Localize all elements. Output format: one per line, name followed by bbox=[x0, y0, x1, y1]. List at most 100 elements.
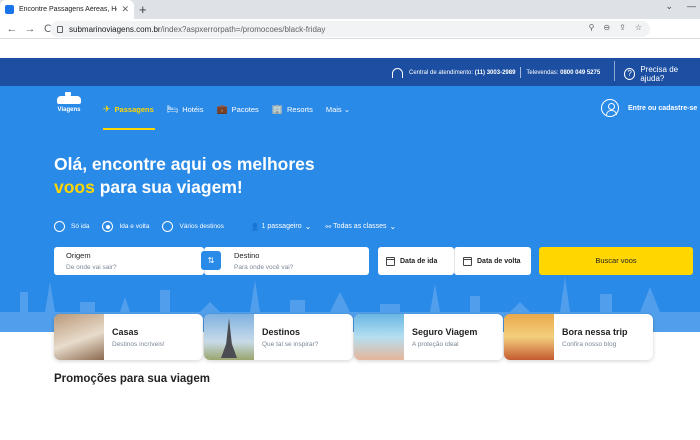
televendas-number[interactable]: 0800 049 5275 bbox=[560, 70, 600, 76]
nav-item-label: Passagens bbox=[114, 104, 154, 114]
origin-placeholder: De onde vai sair? bbox=[66, 264, 117, 271]
bed-icon: 🛏 bbox=[166, 103, 179, 114]
browser-tab[interactable]: Encontre Passagens Aéreas, Hoté ✕ bbox=[0, 0, 134, 19]
browser-tabbar: Encontre Passagens Aéreas, Hoté ✕ + ⌄ — bbox=[0, 0, 700, 19]
headline-line-2: voos para sua viagem! bbox=[54, 176, 315, 199]
headline-line-1: Olá, encontre aqui os melhores bbox=[54, 154, 315, 174]
lock-icon bbox=[57, 25, 63, 33]
card-title: Casas bbox=[112, 326, 139, 337]
radio-label: Só ida bbox=[71, 223, 90, 230]
origin-field[interactable]: Origem De onde vai sair? bbox=[54, 247, 204, 275]
eiffel-tower-image bbox=[204, 314, 254, 360]
active-tab-underline bbox=[103, 128, 155, 130]
card-subtitle: Confira nosso blog bbox=[562, 340, 617, 348]
seat-class-icon: ⚯ bbox=[325, 223, 334, 231]
url-path: /index?aspxerrorpath=/promocoes/black-fr… bbox=[160, 24, 326, 34]
url-host: submarinoviagens.com.br bbox=[69, 24, 161, 34]
contact-info: Central de atendimento: (11) 3003-2989 T… bbox=[392, 67, 600, 78]
destination-field[interactable]: Destino Para onde você vai? bbox=[204, 247, 369, 275]
radio-circle bbox=[54, 221, 65, 232]
chevron-down-icon: ⌄ bbox=[304, 222, 312, 231]
radio-circle bbox=[162, 221, 174, 232]
nav-item-label: Pacotes bbox=[231, 104, 259, 114]
site-favicon-icon bbox=[5, 5, 14, 14]
return-date-field[interactable]: Data de volta bbox=[454, 247, 531, 275]
card-bora-nessa-trip[interactable]: Bora nessa trip Confira nosso blog bbox=[504, 314, 653, 360]
airplane-icon: ✈ bbox=[103, 103, 111, 114]
account-link[interactable]: Entre ou cadastre-se bbox=[601, 99, 697, 117]
person-icon: 👤 bbox=[250, 223, 262, 231]
help-label: Precisa de ajuda? bbox=[640, 65, 679, 83]
card-title: Seguro Viagem bbox=[412, 326, 478, 337]
calendar-icon bbox=[463, 256, 472, 266]
submarine-icon bbox=[57, 92, 81, 104]
building-icon: 🏢 bbox=[271, 103, 283, 114]
submarino-viagens-logo[interactable]: Viagens bbox=[54, 92, 84, 122]
passengers-dropdown[interactable]: 👤 1 passageiro ⌄ bbox=[251, 222, 311, 231]
headline-rest: para sua viagem! bbox=[94, 177, 243, 197]
traveler-image bbox=[354, 314, 404, 360]
divider bbox=[614, 61, 615, 81]
card-casas[interactable]: Casas Destinos incríveis! bbox=[54, 314, 203, 360]
logo-text: Viagens bbox=[57, 107, 81, 113]
nav-item-label: Mais bbox=[325, 104, 342, 114]
radio-so-ida[interactable]: Só ida bbox=[54, 221, 89, 232]
minimize-icon[interactable]: — bbox=[687, 1, 696, 12]
card-subtitle: Destinos incríveis! bbox=[112, 340, 165, 348]
televendas-label: Televendas: bbox=[526, 69, 559, 76]
central-label: Central de atendimento: bbox=[409, 69, 474, 76]
nav-item-mais[interactable]: Mais ⌄ bbox=[326, 105, 350, 114]
radio-label: Ida e volta bbox=[119, 223, 150, 230]
tab-search-icon[interactable]: ⌄ bbox=[665, 1, 673, 12]
suitcase-icon: 💼 bbox=[216, 103, 228, 114]
support-bar: Central de atendimento: (11) 3003-2989 T… bbox=[0, 58, 700, 86]
destination-label: Destino bbox=[234, 251, 260, 260]
address-bar[interactable]: submarinoviagens.com.br/index?aspxerrorp… bbox=[50, 21, 650, 37]
departure-date-label: Data de ida bbox=[400, 257, 438, 265]
destination-placeholder: Para onde você vai? bbox=[234, 264, 294, 271]
nav-item-pacotes[interactable]: 💼 Pacotes bbox=[216, 104, 258, 115]
zoom-out-icon[interactable]: ⊖ bbox=[603, 23, 610, 32]
classes-dropdown[interactable]: ⚯ Todas as classes ⌄ bbox=[325, 222, 396, 231]
section-title: Promoções para sua viagem bbox=[54, 373, 210, 385]
divider bbox=[520, 67, 522, 78]
central-number[interactable]: (11) 3003-2989 bbox=[475, 70, 516, 76]
bookmark-star-icon[interactable]: ☆ bbox=[635, 23, 642, 32]
beach-luggage-image bbox=[504, 314, 554, 360]
swap-icon: ⇅ bbox=[207, 256, 215, 265]
window-controls: ⌄ — bbox=[665, 1, 696, 12]
departure-date-field[interactable]: Data de ida bbox=[378, 247, 454, 275]
nav-item-hoteis[interactable]: 🛏 Hotéis bbox=[167, 104, 204, 115]
radio-circle-selected bbox=[102, 221, 114, 232]
origin-label: Origem bbox=[66, 251, 91, 260]
return-date-label: Data de volta bbox=[477, 257, 521, 265]
radio-label: Vários destinos bbox=[179, 223, 224, 230]
hero-headline: Olá, encontre aqui os melhores voos para… bbox=[54, 153, 315, 199]
card-subtitle: A proteção ideal bbox=[412, 340, 459, 348]
card-seguro-viagem[interactable]: Seguro Viagem A proteção ideal bbox=[354, 314, 503, 360]
back-icon[interactable]: ← bbox=[6, 23, 18, 35]
help-question-icon: ? bbox=[624, 68, 636, 80]
forward-icon[interactable]: → bbox=[24, 23, 36, 35]
tab-close-icon[interactable]: ✕ bbox=[121, 4, 129, 15]
radio-ida-e-volta[interactable]: Ida e volta bbox=[102, 221, 149, 232]
nav-item-label: Resorts bbox=[287, 104, 313, 114]
card-title: Destinos bbox=[262, 326, 301, 337]
new-tab-button[interactable]: + bbox=[139, 2, 147, 17]
chevron-down-icon: ⌄ bbox=[389, 222, 397, 231]
classes-label: Todas as classes bbox=[333, 223, 387, 230]
nav-item-passagens[interactable]: ✈ Passagens bbox=[103, 104, 154, 115]
main-nav: ✈ Passagens 🛏 Hotéis 💼 Pacotes 🏢 Resorts Mai… bbox=[103, 103, 363, 115]
search-icon[interactable]: ⚲ bbox=[589, 23, 595, 32]
calendar-icon bbox=[386, 256, 395, 266]
headline-highlight: voos bbox=[54, 177, 95, 197]
share-icon[interactable]: ⇪ bbox=[619, 23, 626, 32]
help-link[interactable]: ? Precisa de ajuda? bbox=[614, 61, 700, 83]
radio-varios-destinos[interactable]: Vários destinos bbox=[162, 221, 224, 232]
card-destinos[interactable]: Destinos Que tal se inspirar? bbox=[204, 314, 353, 360]
swap-route-button[interactable]: ⇅ bbox=[201, 251, 221, 270]
chevron-down-icon: ⌄ bbox=[343, 104, 351, 114]
nav-item-resorts[interactable]: 🏢 Resorts bbox=[272, 104, 313, 115]
search-flights-button[interactable]: Buscar voos bbox=[539, 247, 693, 275]
trip-type-selector: Só ida Ida e volta Vários destinos 👤 1 p… bbox=[54, 221, 396, 232]
